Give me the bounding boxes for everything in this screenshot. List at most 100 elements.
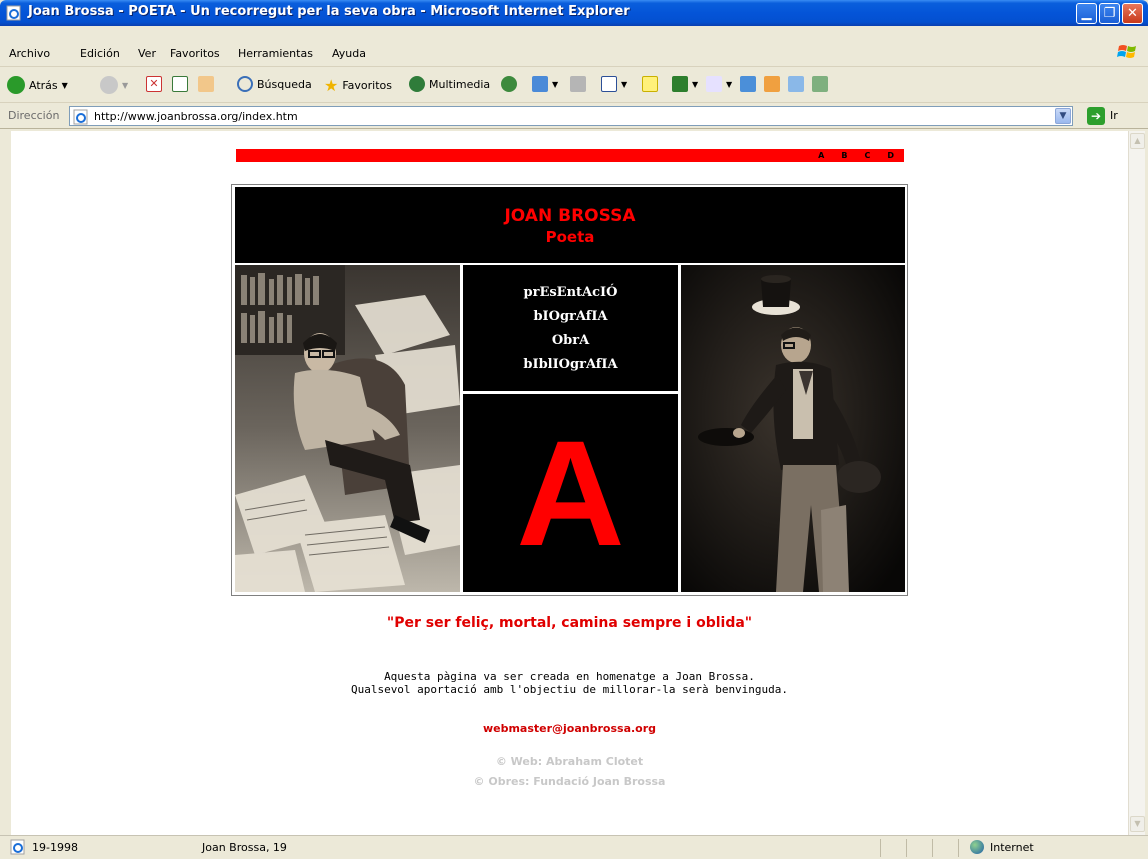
- minimize-icon: ▁: [1081, 6, 1092, 21]
- maximize-button[interactable]: ❐: [1099, 3, 1120, 24]
- ie-page-icon: [73, 109, 88, 125]
- forward-arrow-icon: [100, 76, 118, 94]
- nav-biografia[interactable]: bIOgrAfIA: [463, 309, 678, 324]
- status-divider: [932, 839, 933, 857]
- address-dropdown-icon[interactable]: ▼: [1055, 108, 1071, 124]
- photo-brossa-seated: [235, 265, 460, 592]
- menu-ver[interactable]: Ver: [138, 47, 156, 60]
- nav-presentacio[interactable]: prEsEntAcIÓ: [463, 285, 678, 300]
- favorites-button[interactable]: ★ Favoritos: [324, 76, 392, 95]
- word-icon: [601, 76, 617, 92]
- mail-button[interactable]: ▼: [532, 76, 558, 92]
- window-icon: [740, 76, 756, 92]
- menu-edicion[interactable]: Edición: [80, 47, 120, 60]
- page-title: JOAN BROSSA: [504, 206, 636, 226]
- copy-button[interactable]: [788, 76, 804, 92]
- header-banner: JOAN BROSSA Poeta: [235, 187, 905, 263]
- menu-herramientas[interactable]: Herramientas: [238, 47, 313, 60]
- media-icon: [409, 76, 425, 92]
- browser-window: Joan Brossa - POETA - Un recorregut per …: [0, 0, 1148, 859]
- print-button[interactable]: [570, 76, 586, 92]
- letter-link-b[interactable]: B: [841, 149, 847, 162]
- history-button[interactable]: [501, 76, 517, 92]
- go-button[interactable]: Ir: [1110, 109, 1118, 122]
- translate-dropdown-icon[interactable]: ▼: [692, 80, 698, 89]
- letter-link-d[interactable]: D: [887, 149, 894, 162]
- back-button[interactable]: Atrás ▼: [7, 76, 68, 94]
- page-content: A B C D JOAN BROSSA Poeta prEsEntAcIÓ bI…: [11, 131, 1128, 835]
- home-button[interactable]: [198, 76, 214, 92]
- forward-button[interactable]: ▼: [100, 76, 128, 94]
- big-letter-box: A: [463, 394, 678, 592]
- favorites-label: Favoritos: [342, 79, 392, 92]
- address-label: Dirección: [8, 109, 60, 122]
- mail-dropdown-icon[interactable]: ▼: [552, 80, 558, 89]
- note-icon: [642, 76, 658, 92]
- nav-bibliografia[interactable]: bIblIOgrAfIA: [463, 357, 678, 372]
- ie-page-icon: [6, 5, 21, 21]
- menu-favoritos[interactable]: Favoritos: [170, 47, 220, 60]
- status-left-text: 19-1998: [32, 841, 78, 854]
- big-letter-a: A: [516, 409, 625, 577]
- title-bar[interactable]: Joan Brossa - POETA - Un recorregut per …: [0, 0, 1148, 26]
- star-icon: ★: [324, 76, 339, 95]
- translate-icon: [672, 76, 688, 92]
- status-divider: [958, 839, 959, 857]
- status-middle-text: Joan Brossa, 19: [202, 841, 287, 854]
- magician-photo-drawing: [681, 265, 905, 592]
- frame-edge: [0, 131, 11, 835]
- window-button[interactable]: [740, 76, 756, 92]
- home-icon: [198, 76, 214, 92]
- letter-link-a[interactable]: A: [818, 149, 824, 162]
- mail-icon: [532, 76, 548, 92]
- encoding-icon: [706, 76, 722, 92]
- print-icon: [570, 76, 586, 92]
- copy-icon: [788, 76, 804, 92]
- forward-dropdown-icon[interactable]: ▼: [122, 81, 128, 90]
- credit-web: © Web: Abraham Clotet: [495, 755, 644, 768]
- nav-obra[interactable]: ObrA: [463, 333, 678, 348]
- encoding-dropdown-icon[interactable]: ▼: [726, 80, 732, 89]
- encoding-button[interactable]: ▼: [706, 76, 732, 92]
- edit-button[interactable]: ▼: [601, 76, 627, 92]
- edit-dropdown-icon[interactable]: ▼: [621, 80, 627, 89]
- address-bar: Dirección http://www.joanbrossa.org/inde…: [0, 103, 1148, 129]
- letter-link-c[interactable]: C: [864, 149, 870, 162]
- letter-links: A B C D: [818, 149, 894, 162]
- main-table: JOAN BROSSA Poeta prEsEntAcIÓ bIOgrAfIA …: [231, 184, 908, 596]
- menu-ayuda[interactable]: Ayuda: [332, 47, 366, 60]
- window-title: Joan Brossa - POETA - Un recorregut per …: [28, 4, 630, 19]
- tools-icon: [812, 76, 828, 92]
- tools-button[interactable]: [812, 76, 828, 92]
- nav-menu: prEsEntAcIÓ bIOgrAfIA ObrA bIblIOgrAfIA: [463, 265, 678, 391]
- note-line-2: Qualsevol aportació amb l'objectiu de mi…: [350, 683, 789, 696]
- stop-button[interactable]: ✕: [146, 76, 162, 92]
- address-url: http://www.joanbrossa.org/index.htm: [94, 110, 298, 123]
- multimedia-button[interactable]: Multimedia: [409, 76, 490, 92]
- discuss-button[interactable]: [642, 76, 658, 92]
- translate-button[interactable]: ▼: [672, 76, 698, 92]
- address-input[interactable]: http://www.joanbrossa.org/index.htm ▼: [69, 106, 1073, 126]
- back-arrow-icon: [7, 76, 25, 94]
- webmaster-email-link[interactable]: webmaster@joanbrossa.org: [11, 722, 1128, 735]
- menu-bar: Archivo Edición Ver Favoritos Herramient…: [0, 26, 1148, 67]
- history-icon: [501, 76, 517, 92]
- menu-archivo[interactable]: Archivo: [9, 47, 50, 60]
- internet-globe-icon: [970, 840, 984, 854]
- scroll-up-icon[interactable]: ▲: [1130, 133, 1145, 149]
- page-subtitle: Poeta: [545, 228, 595, 246]
- back-label: Atrás: [29, 78, 58, 92]
- toolbar: Atrás ▼ ▼ ✕ Búsqueda ★ Favoritos Multime…: [0, 67, 1148, 103]
- scroll-down-icon[interactable]: ▼: [1130, 816, 1145, 832]
- search-button[interactable]: Búsqueda: [237, 76, 312, 92]
- minimize-button[interactable]: ▁: [1076, 3, 1097, 24]
- back-dropdown-icon[interactable]: ▼: [62, 81, 68, 90]
- close-icon: ✕: [1127, 6, 1138, 21]
- ie-page-icon: [10, 839, 25, 855]
- vertical-scrollbar[interactable]: ▲ ▼: [1128, 131, 1145, 835]
- refresh-button[interactable]: [172, 76, 188, 92]
- close-button[interactable]: ✕: [1122, 3, 1143, 24]
- messenger-button[interactable]: [764, 76, 780, 92]
- go-arrow-icon[interactable]: ➔: [1087, 107, 1105, 125]
- maximize-icon: ❐: [1103, 6, 1116, 21]
